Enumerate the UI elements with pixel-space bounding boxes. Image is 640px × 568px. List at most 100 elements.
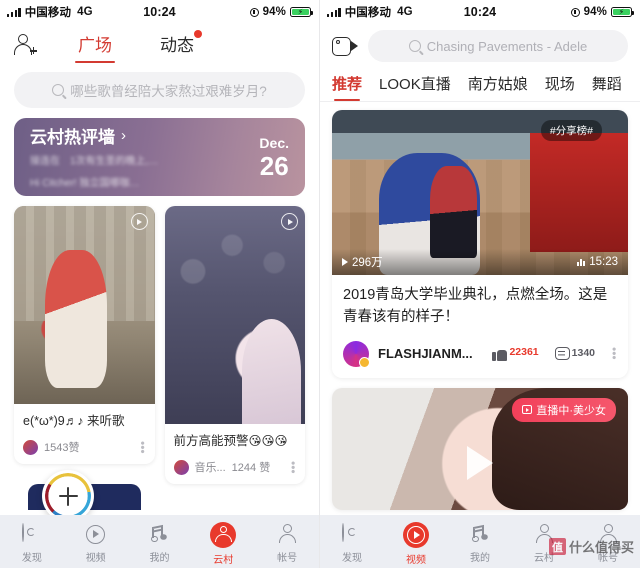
view-count: 296万 xyxy=(352,257,383,269)
music-note-icon xyxy=(469,524,491,546)
avatar[interactable] xyxy=(23,439,38,455)
banner-day: 26 xyxy=(259,150,289,181)
add-friend-icon[interactable] xyxy=(14,33,40,59)
nav-item-account[interactable]: 帐号 xyxy=(255,523,319,564)
kebab-menu-icon[interactable]: ••• xyxy=(136,441,150,454)
discover-disc-icon xyxy=(21,522,43,546)
feed-card-image[interactable] xyxy=(164,206,305,424)
banner-title-row: 云村热评墙 › xyxy=(30,123,259,148)
cloud-village-people-icon xyxy=(533,523,555,546)
author-name[interactable]: FLASHJIANM... xyxy=(378,346,473,361)
nav-label: 云村 xyxy=(534,552,554,564)
tab-look-live[interactable]: LOOK直播 xyxy=(379,73,451,101)
video-duration-group: 15:23 xyxy=(577,256,618,268)
status-bar-right: 94% ⚡ xyxy=(570,6,634,18)
search-input[interactable]: 哪些歌曾经陪大家熬过艰难岁月? xyxy=(14,72,305,108)
quality-bars-icon xyxy=(577,258,586,266)
feed-card-meta: 音乐... 1244 赞 ••• xyxy=(173,459,300,475)
nav-label: 视频 xyxy=(85,552,106,564)
network-type-label: 4G xyxy=(397,6,413,18)
comment-icon xyxy=(554,347,570,360)
video-thumbnail[interactable]: #分享榜# 296万 15:23 xyxy=(332,110,628,275)
play-triangle-icon xyxy=(342,258,348,266)
discover-disc-icon xyxy=(341,522,363,546)
play-circle-icon[interactable] xyxy=(281,213,298,230)
live-status-badge: 直播中·美少女 xyxy=(512,397,616,422)
notification-dot-badge xyxy=(194,30,202,38)
search-icon xyxy=(408,40,421,52)
status-bar: 中国移动 4G 10:24 94% ⚡ xyxy=(0,0,319,24)
play-triangle-icon[interactable] xyxy=(467,446,493,481)
search-placeholder: Chasing Pavements - Adele xyxy=(426,38,588,54)
right-category-tabs: 推荐 LOOK直播 南方姑娘 现场 舞蹈 xyxy=(320,68,640,102)
chevron-right-icon: › xyxy=(121,127,126,144)
nav-item-cloud-village[interactable]: 云村 xyxy=(191,521,255,566)
like-count: 1543赞 xyxy=(44,442,80,455)
nav-item-account[interactable]: 帐号 xyxy=(576,523,640,564)
signal-bars-icon xyxy=(327,7,341,17)
live-thumbnail[interactable]: 直播中·美少女 xyxy=(332,387,628,510)
signal-bars-icon xyxy=(7,7,21,17)
tab-recommend[interactable]: 推荐 xyxy=(332,73,362,101)
tab-moments[interactable]: 动态 xyxy=(160,30,202,61)
nav-item-discover[interactable]: 发现 xyxy=(320,522,384,564)
feed-card-meta: 1543赞 ••• xyxy=(23,439,150,455)
video-camera-icon[interactable] xyxy=(332,36,358,56)
banner-subtext-line1: 接连在 1次有生圣的晚上,… xyxy=(30,156,159,167)
feed-card-body: 前方高能预警😘😘😘 音乐... 1244 赞 ••• xyxy=(165,424,306,484)
left-feed-grid: e(*ω*)9♬♪ 来听歌 1543赞 ••• 前方高能预警😘😘😘 音乐... … xyxy=(0,196,319,511)
nav-item-discover[interactable]: 发现 xyxy=(0,522,64,564)
status-bar-right: 94% ⚡ xyxy=(249,6,313,18)
nav-label: 视频 xyxy=(406,554,426,566)
location-icon xyxy=(249,7,259,17)
tab-live-scene[interactable]: 现场 xyxy=(545,73,575,101)
avatar[interactable] xyxy=(173,459,189,475)
feed-card[interactable]: 前方高能预警😘😘😘 音乐... 1244 赞 ••• xyxy=(164,206,306,485)
avatar[interactable] xyxy=(343,340,370,368)
play-circle-icon[interactable] xyxy=(130,213,148,230)
battery-charging-icon: ⚡ xyxy=(611,6,634,18)
like-count: 1244 赞 xyxy=(231,462,271,475)
network-type-label: 4G xyxy=(77,6,93,18)
search-icon xyxy=(52,84,65,96)
nav-item-video[interactable]: 视频 xyxy=(384,521,448,566)
nav-label: 发现 xyxy=(21,552,42,564)
search-input[interactable]: Chasing Pavements - Adele xyxy=(368,30,628,62)
kebab-menu-icon[interactable]: ••• xyxy=(286,461,300,474)
tab-plaza[interactable]: 广场 xyxy=(78,31,112,61)
thumbnail-person-figure xyxy=(429,166,478,259)
location-icon xyxy=(570,7,580,17)
video-play-icon xyxy=(403,521,429,548)
search-placeholder: 哪些歌曾经陪大家熬过艰难岁月? xyxy=(70,84,267,99)
feed-column-right: 前方高能预警😘😘😘 音乐... 1244 赞 ••• xyxy=(164,206,306,510)
comment-button[interactable]: 1340 xyxy=(554,347,595,360)
banner-date: Dec. 26 xyxy=(259,136,289,179)
nav-item-video[interactable]: 视频 xyxy=(64,524,128,564)
feed-card[interactable]: e(*ω*)9♬♪ 来听歌 1543赞 ••• xyxy=(14,206,155,465)
banner-month: Dec. xyxy=(259,134,289,151)
kebab-menu-icon[interactable]: ••• xyxy=(607,347,621,360)
tab-southern-girl[interactable]: 南方姑娘 xyxy=(468,73,528,101)
thumbnail-red-banner-layer xyxy=(530,133,628,252)
like-button[interactable]: 22361 xyxy=(492,346,539,361)
right-bottom-nav: 发现 视频 我的 云村 帐号 xyxy=(320,515,640,568)
author-name[interactable]: 音乐... xyxy=(195,459,226,475)
feed-column-left: e(*ω*)9♬♪ 来听歌 1543赞 ••• xyxy=(14,206,155,511)
carrier-label: 中国移动 xyxy=(344,7,392,19)
hot-comment-wall-banner[interactable]: 云村热评墙 › 接连在 1次有生圣的晚上,… Hi Citcher! 独立国哪咖… xyxy=(14,118,305,196)
live-stream-card[interactable]: 直播中·美少女 xyxy=(332,387,628,510)
feed-card-caption: 前方高能预警😘😘😘 xyxy=(173,434,288,448)
video-stats: 22361 1340 ••• xyxy=(492,346,621,361)
nav-item-cloud-village[interactable]: 云村 xyxy=(512,523,576,564)
video-title: 2019青岛大学毕业典礼，点燃全场。这是青春该有的样子！ xyxy=(343,287,608,325)
nav-item-mine[interactable]: 我的 xyxy=(128,524,192,564)
right-header: Chasing Pavements - Adele xyxy=(320,24,640,68)
left-phone-screen: 中国移动 4G 10:24 94% ⚡ 广场 动态 哪些歌曾经陪大家熬过艰难岁月… xyxy=(0,0,320,568)
nav-label: 帐号 xyxy=(277,552,298,564)
nav-label: 我的 xyxy=(149,552,170,564)
banner-title: 云村热评墙 xyxy=(30,128,115,147)
tab-dance[interactable]: 舞蹈 xyxy=(592,73,622,101)
feed-card-image[interactable] xyxy=(14,206,155,404)
nav-item-mine[interactable]: 我的 xyxy=(448,524,512,564)
video-card[interactable]: #分享榜# 296万 15:23 2019青岛大学毕业典礼，点燃全场。这是青春该… xyxy=(332,110,628,378)
